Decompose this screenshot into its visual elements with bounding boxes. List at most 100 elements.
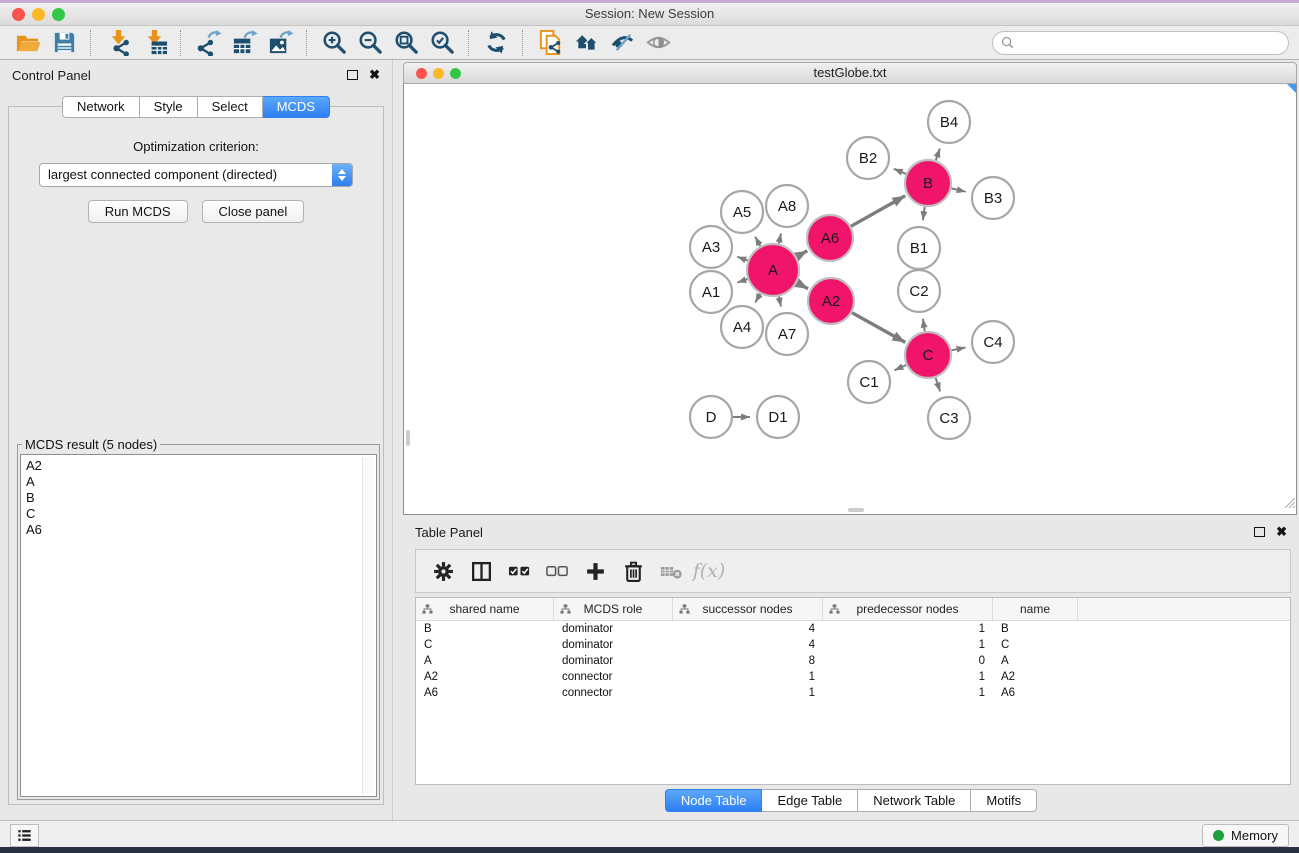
- graph-node-B1[interactable]: B1: [898, 227, 940, 269]
- maximize-window-icon[interactable]: [52, 8, 65, 21]
- cell-predecessor-nodes[interactable]: 1: [823, 685, 993, 701]
- network-close-icon[interactable]: [416, 68, 427, 79]
- cell-predecessor-nodes[interactable]: 0: [823, 653, 993, 669]
- birds-eye-toggle-icon[interactable]: [1287, 84, 1296, 93]
- cell-name[interactable]: A: [993, 653, 1078, 669]
- resize-grip-icon[interactable]: [1282, 495, 1295, 513]
- graph-node-A8[interactable]: A8: [766, 185, 808, 227]
- cell-MCDS-role[interactable]: connector: [554, 669, 673, 685]
- table-row[interactable]: Bdominator41B: [416, 621, 1290, 637]
- deselect-all-checkboxes-icon[interactable]: [538, 553, 576, 589]
- import-table-icon[interactable]: [136, 28, 172, 58]
- edge-C-C2[interactable]: [923, 319, 925, 332]
- select-all-checkboxes-icon[interactable]: [500, 553, 538, 589]
- network-canvas[interactable]: B4B2BB3A5A8A6A3AB1A1C2A2A4A7CC4C1C3DD1: [403, 84, 1297, 515]
- cell-predecessor-nodes[interactable]: 1: [823, 669, 993, 685]
- graph-node-B2[interactable]: B2: [847, 137, 889, 179]
- graph-node-C1[interactable]: C1: [848, 361, 890, 403]
- edge-B-B3[interactable]: [951, 188, 965, 191]
- table-mode-gear-icon[interactable]: [424, 553, 462, 589]
- edge-A-A2[interactable]: [797, 283, 808, 289]
- graph-node-D[interactable]: D: [690, 396, 732, 438]
- mcds-result-item[interactable]: A: [26, 474, 376, 490]
- network-window-titlebar[interactable]: testGlobe.txt: [403, 62, 1297, 84]
- cell-shared-name[interactable]: A6: [416, 685, 554, 701]
- minimize-window-icon[interactable]: [32, 8, 45, 21]
- graph-node-B[interactable]: B: [905, 160, 951, 206]
- edge-B-B1[interactable]: [923, 207, 925, 221]
- vertical-scroll-thumb[interactable]: [406, 430, 410, 446]
- mcds-result-item[interactable]: A6: [26, 522, 376, 538]
- tab-network[interactable]: Network: [62, 96, 140, 118]
- tab-select[interactable]: Select: [198, 96, 263, 118]
- network-maximize-icon[interactable]: [450, 68, 461, 79]
- column-header-successor-nodes[interactable]: successor nodes: [673, 598, 823, 620]
- edge-A-A4[interactable]: [755, 294, 760, 303]
- close-table-panel-icon[interactable]: ✖: [1276, 526, 1287, 538]
- table-row[interactable]: A6connector11A6: [416, 685, 1290, 701]
- close-window-icon[interactable]: [12, 8, 25, 21]
- graph-node-B3[interactable]: B3: [972, 177, 1014, 219]
- edge-A-A3[interactable]: [737, 257, 747, 261]
- cell-predecessor-nodes[interactable]: 1: [823, 621, 993, 637]
- cell-MCDS-role[interactable]: dominator: [554, 637, 673, 653]
- tab-motifs[interactable]: Motifs: [971, 789, 1037, 812]
- edge-A-A6[interactable]: [797, 251, 808, 257]
- memory-button[interactable]: Memory: [1202, 824, 1289, 847]
- cell-predecessor-nodes[interactable]: 1: [823, 637, 993, 653]
- close-panel-button[interactable]: Close panel: [202, 200, 305, 223]
- optimization-criterion-select[interactable]: largest connected component (directed): [39, 163, 353, 187]
- zoom-in-icon[interactable]: [316, 28, 352, 58]
- tab-edge-table[interactable]: Edge Table: [762, 789, 858, 812]
- search-box[interactable]: [992, 31, 1289, 55]
- cell-successor-nodes[interactable]: 1: [673, 685, 823, 701]
- delete-columns-icon[interactable]: [614, 553, 652, 589]
- cell-shared-name[interactable]: A2: [416, 669, 554, 685]
- edge-A-A5[interactable]: [755, 237, 760, 247]
- graph-node-A5[interactable]: A5: [721, 191, 763, 233]
- cell-name[interactable]: C: [993, 637, 1078, 653]
- graph-node-B4[interactable]: B4: [928, 101, 970, 143]
- graph-node-C3[interactable]: C3: [928, 397, 970, 439]
- search-input[interactable]: [1019, 33, 1281, 53]
- column-header-MCDS-role[interactable]: MCDS role: [554, 598, 673, 620]
- export-image-icon[interactable]: [262, 28, 298, 58]
- column-header-name[interactable]: name: [993, 598, 1078, 620]
- table-row[interactable]: Adominator80A: [416, 653, 1290, 669]
- mcds-result-item[interactable]: A2: [26, 458, 376, 474]
- cell-successor-nodes[interactable]: 4: [673, 637, 823, 653]
- cell-successor-nodes[interactable]: 1: [673, 669, 823, 685]
- graph-node-D1[interactable]: D1: [757, 396, 799, 438]
- edge-B-B2[interactable]: [894, 169, 906, 174]
- float-panel-icon[interactable]: [347, 70, 358, 80]
- tab-network-table[interactable]: Network Table: [858, 789, 971, 812]
- edge-C-C3[interactable]: [936, 378, 941, 392]
- tab-node-table[interactable]: Node Table: [665, 789, 763, 812]
- zoom-fit-content-icon[interactable]: [388, 28, 424, 58]
- edge-A2-C[interactable]: [852, 313, 905, 343]
- tab-style[interactable]: Style: [140, 96, 198, 118]
- zoom-selected-region-icon[interactable]: [424, 28, 460, 58]
- column-header-shared-name[interactable]: shared name: [416, 598, 554, 620]
- float-table-panel-icon[interactable]: [1254, 527, 1265, 537]
- zoom-out-icon[interactable]: [352, 28, 388, 58]
- tab-mcds[interactable]: MCDS: [263, 96, 330, 118]
- horizontal-scroll-thumb[interactable]: [848, 508, 864, 512]
- edge-C-C1[interactable]: [895, 365, 907, 370]
- edge-A-A8[interactable]: [779, 233, 781, 243]
- task-history-button[interactable]: [10, 824, 39, 847]
- mcds-result-item[interactable]: C: [26, 506, 376, 522]
- cell-shared-name[interactable]: B: [416, 621, 554, 637]
- graph-node-A4[interactable]: A4: [721, 306, 763, 348]
- edge-A6-B[interactable]: [851, 196, 905, 227]
- close-panel-icon[interactable]: ✖: [369, 69, 380, 81]
- show-columns-icon[interactable]: [462, 553, 500, 589]
- result-list-scrollbar[interactable]: [362, 457, 374, 794]
- graph-node-A[interactable]: A: [747, 244, 799, 296]
- graph-node-A7[interactable]: A7: [766, 313, 808, 355]
- cell-successor-nodes[interactable]: 4: [673, 621, 823, 637]
- save-session-icon[interactable]: [46, 28, 82, 58]
- column-header-predecessor-nodes[interactable]: predecessor nodes: [823, 598, 993, 620]
- graph-node-C4[interactable]: C4: [972, 321, 1014, 363]
- cell-MCDS-role[interactable]: dominator: [554, 621, 673, 637]
